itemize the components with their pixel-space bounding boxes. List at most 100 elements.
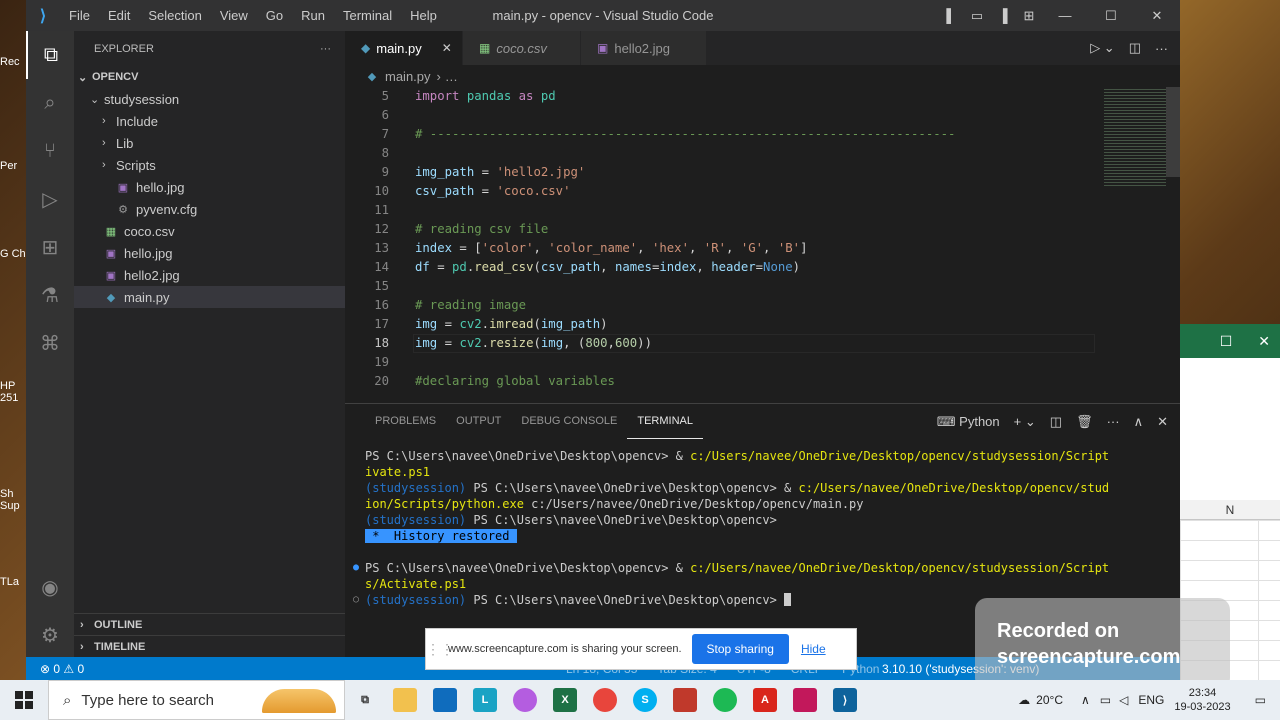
- input-language[interactable]: ENG: [1138, 693, 1164, 707]
- code-line[interactable]: 8: [345, 144, 1165, 163]
- extensions-icon[interactable]: ⊞: [26, 223, 74, 271]
- drag-handle-icon[interactable]: ⋮⋮: [426, 641, 454, 658]
- app-red-icon[interactable]: [665, 680, 705, 720]
- explorer-item[interactable]: ⌄ studysession: [74, 88, 345, 110]
- code-line[interactable]: 9 img_path = 'hello2.jpg': [345, 163, 1165, 182]
- explorer-item[interactable]: ▦ coco.csv: [74, 220, 345, 242]
- code-line[interactable]: 11: [345, 201, 1165, 220]
- outline-section[interactable]: › OUTLINE: [74, 613, 345, 635]
- code-line[interactable]: 17 img = cv2.imread(img_path): [345, 315, 1165, 334]
- explorer-item[interactable]: › Lib: [74, 132, 345, 154]
- new-terminal-icon[interactable]: + ⌄: [1014, 414, 1036, 430]
- excel-icon[interactable]: X: [545, 680, 585, 720]
- code-line[interactable]: 7 # -------------------------------------…: [345, 125, 1165, 144]
- more-actions-icon[interactable]: ···: [1155, 41, 1168, 56]
- menu-terminal[interactable]: Terminal: [334, 8, 401, 23]
- account-icon[interactable]: ◉: [26, 563, 74, 611]
- menu-view[interactable]: View: [211, 8, 257, 23]
- code-editor[interactable]: 5 import pandas as pd 6 7 # ----------------…: [345, 87, 1165, 403]
- maximize-icon[interactable]: ☐: [1220, 333, 1233, 350]
- code-line[interactable]: 5 import pandas as pd: [345, 87, 1165, 106]
- skype-icon[interactable]: S: [625, 680, 665, 720]
- timeline-section[interactable]: › TIMELINE: [74, 635, 345, 657]
- file-explorer-icon[interactable]: [385, 680, 425, 720]
- editor-scrollbar[interactable]: [1166, 87, 1180, 177]
- editor-tab[interactable]: ◆ main.py ✕: [345, 31, 463, 65]
- spotify-icon[interactable]: [705, 680, 745, 720]
- workspace-root[interactable]: ⌄ OPENCV: [74, 66, 345, 88]
- start-button[interactable]: [0, 680, 48, 720]
- explorer-item[interactable]: ▣ hello.jpg: [74, 242, 345, 264]
- toggle-primary-sidebar-icon[interactable]: ▌: [938, 8, 964, 23]
- testing-icon[interactable]: ⚗: [26, 271, 74, 319]
- explorer-item[interactable]: ◆ main.py: [74, 286, 345, 308]
- source-control-icon[interactable]: ⑂: [26, 127, 74, 175]
- run-debug-icon[interactable]: ▷: [26, 175, 74, 223]
- panel-tab-problems[interactable]: PROBLEMS: [365, 404, 446, 439]
- weather-temp[interactable]: 20°C: [1036, 693, 1063, 707]
- menu-go[interactable]: Go: [257, 8, 292, 23]
- explorer-item[interactable]: ▣ hello.jpg: [74, 176, 345, 198]
- close-tab-icon[interactable]: ✕: [442, 41, 452, 55]
- editor-tab[interactable]: ▦ coco.csv: [463, 31, 581, 65]
- explorer-icon[interactable]: ⧉: [26, 31, 74, 79]
- search-icon[interactable]: ⌕: [26, 79, 74, 127]
- explorer-item[interactable]: ⚙ pyvenv.cfg: [74, 198, 345, 220]
- split-editor-icon[interactable]: ◫: [1129, 40, 1141, 56]
- taskbar-search-box[interactable]: ⌕ Type here to search: [48, 680, 345, 720]
- maximize-icon[interactable]: ☐: [1088, 8, 1134, 24]
- code-line[interactable]: 6: [345, 106, 1165, 125]
- minimize-icon[interactable]: —: [1042, 8, 1088, 23]
- hide-link[interactable]: Hide: [801, 642, 826, 656]
- volume-icon[interactable]: ◁: [1119, 693, 1128, 707]
- panel-tab-debug-console[interactable]: DEBUG CONSOLE: [511, 404, 627, 439]
- code-line[interactable]: 13 index = ['color', 'color_name', 'hex',…: [345, 239, 1165, 258]
- close-panel-icon[interactable]: ✕: [1157, 414, 1168, 430]
- network-icon[interactable]: ▭: [1100, 693, 1111, 707]
- split-terminal-icon[interactable]: ◫: [1050, 414, 1062, 430]
- menu-run[interactable]: Run: [292, 8, 334, 23]
- app-l-icon[interactable]: L: [465, 680, 505, 720]
- settings-gear-icon[interactable]: ⚙: [26, 611, 74, 659]
- microsoft-store-icon[interactable]: [425, 680, 465, 720]
- copilot-icon[interactable]: [505, 680, 545, 720]
- clock[interactable]: 23:34 19-03-2023: [1164, 686, 1240, 714]
- acrobat-icon[interactable]: A: [745, 680, 785, 720]
- code-line[interactable]: 16 # reading image: [345, 296, 1165, 315]
- code-line[interactable]: 14 df = pd.read_csv(csv_path, names=index…: [345, 258, 1165, 277]
- explorer-item[interactable]: › Scripts: [74, 154, 345, 176]
- toggle-secondary-sidebar-icon[interactable]: ▐: [990, 8, 1016, 23]
- toggle-panel-icon[interactable]: ▭: [964, 8, 990, 24]
- code-line[interactable]: 15: [345, 277, 1165, 296]
- code-line[interactable]: 12 # reading csv file: [345, 220, 1165, 239]
- problems-status[interactable]: ⊗ 0 ⚠ 0: [26, 662, 84, 676]
- run-file-icon[interactable]: ▷ ⌄: [1090, 40, 1115, 56]
- python-icon[interactable]: ⌘: [26, 319, 74, 367]
- breadcrumb[interactable]: ◆ main.py › …: [345, 65, 1180, 87]
- editor-tab[interactable]: ▣ hello2.jpg: [581, 31, 707, 65]
- chrome-icon[interactable]: [585, 680, 625, 720]
- weather-icon[interactable]: ☁: [1018, 693, 1030, 707]
- maximize-panel-icon[interactable]: ∧: [1134, 414, 1144, 430]
- code-line[interactable]: 10 csv_path = 'coco.csv': [345, 182, 1165, 201]
- kill-terminal-icon[interactable]: 🗑: [1076, 414, 1093, 430]
- panel-tab-output[interactable]: OUTPUT: [446, 404, 511, 439]
- more-actions-icon[interactable]: ···: [1107, 414, 1120, 429]
- panel-tab-terminal[interactable]: TERMINAL: [627, 404, 703, 439]
- excel-column-header[interactable]: N: [1180, 500, 1280, 520]
- command-decoration-icon[interactable]: ●: [353, 560, 359, 576]
- customize-layout-icon[interactable]: ⊞: [1016, 8, 1042, 24]
- notifications-icon[interactable]: ▭: [1241, 693, 1280, 707]
- terminal-output[interactable]: PS C:\Users\navee\OneDrive\Desktop\openc…: [353, 448, 1155, 608]
- show-hidden-icons-icon[interactable]: ∧: [1081, 693, 1090, 707]
- menu-edit[interactable]: Edit: [99, 8, 139, 23]
- explorer-item[interactable]: › Include: [74, 110, 345, 132]
- minimap[interactable]: [1104, 87, 1166, 187]
- close-icon[interactable]: ✕: [1134, 8, 1180, 24]
- explorer-item[interactable]: ▣ hello2.jpg: [74, 264, 345, 286]
- menu-selection[interactable]: Selection: [139, 8, 210, 23]
- menu-help[interactable]: Help: [401, 8, 446, 23]
- command-decoration-icon[interactable]: ○: [353, 592, 359, 608]
- code-line[interactable]: 20 #declaring global variables: [345, 372, 1165, 391]
- stop-sharing-button[interactable]: Stop sharing: [691, 634, 789, 664]
